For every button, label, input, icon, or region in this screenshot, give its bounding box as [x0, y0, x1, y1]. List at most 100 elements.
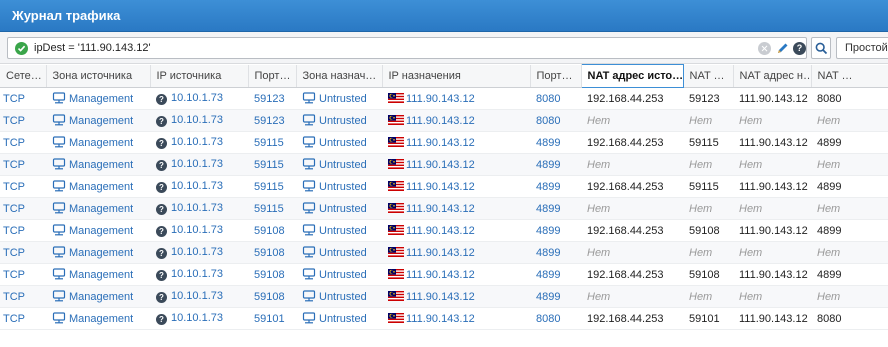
cell-dest-port[interactable]: 4899 [530, 241, 581, 264]
column-header-5[interactable]: IP назначения [382, 64, 531, 88]
cell-dest-zone[interactable]: Untrusted [296, 87, 382, 110]
cell-dest-ip[interactable]: 111.90.143.12 [382, 131, 530, 154]
table-row[interactable]: TCP Management? 10.10.1.73 59101 Untrusted 11… [0, 307, 888, 330]
column-header-3[interactable]: Порт… [248, 64, 297, 88]
column-header-0[interactable]: Сете… [0, 64, 47, 88]
cell-source-ip[interactable]: ? 10.10.1.73 [150, 153, 248, 176]
cell-dest-zone[interactable]: Untrusted [296, 153, 382, 176]
column-header-6[interactable]: Порт… [530, 64, 582, 88]
cell-source-ip[interactable]: ? 10.10.1.73 [150, 285, 248, 308]
cell-dest-zone[interactable]: Untrusted [296, 109, 382, 132]
table-row[interactable]: TCP Management? 10.10.1.73 59115 Untrusted 11… [0, 131, 888, 154]
cell-dest-port[interactable]: 4899 [530, 153, 581, 176]
cell-dest-port[interactable]: 8080 [530, 109, 581, 132]
cell-dest-ip[interactable]: 111.90.143.12 [382, 87, 530, 110]
cell-source-zone[interactable]: Management [46, 109, 150, 132]
cell-dest-zone[interactable]: Untrusted [296, 241, 382, 264]
cell-source-port[interactable]: 59108 [248, 285, 296, 308]
cell-dest-zone[interactable]: Untrusted [296, 219, 382, 242]
column-header-7[interactable]: NAT адрес исто… [580, 64, 684, 88]
column-header-1[interactable]: Зона источника [46, 64, 151, 88]
cell-dest-zone[interactable]: Untrusted [296, 263, 382, 286]
table-row[interactable]: TCP Management? 10.10.1.73 59115 Untrusted 11… [0, 197, 888, 220]
cell-source-zone[interactable]: Management [46, 197, 150, 220]
cell-source-zone[interactable]: Management [46, 241, 150, 264]
cell-source-ip[interactable]: ? 10.10.1.73 [150, 131, 248, 154]
table-row[interactable]: TCP Management? 10.10.1.73 59108 Untrusted 11… [0, 285, 888, 308]
cell-protocol[interactable]: TCP [0, 87, 46, 110]
cell-source-port[interactable]: 59123 [248, 87, 296, 110]
cell-source-zone[interactable]: Management [46, 307, 150, 330]
cell-dest-ip[interactable]: 111.90.143.12 [382, 109, 530, 132]
cell-protocol[interactable]: TCP [0, 241, 46, 264]
cell-source-port[interactable]: 59115 [248, 175, 296, 198]
table-row[interactable]: TCP Management? 10.10.1.73 59108 Untrusted 11… [0, 263, 888, 286]
cell-dest-zone[interactable]: Untrusted [296, 307, 382, 330]
cell-dest-ip[interactable]: 111.90.143.12 [382, 175, 530, 198]
cell-source-port[interactable]: 59108 [248, 263, 296, 286]
cell-source-ip[interactable]: ? 10.10.1.73 [150, 175, 248, 198]
cell-source-ip[interactable]: ? 10.10.1.73 [150, 307, 248, 330]
cell-source-zone[interactable]: Management [46, 153, 150, 176]
help-icon[interactable]: ? [793, 42, 806, 55]
cell-source-ip[interactable]: ? 10.10.1.73 [150, 109, 248, 132]
column-header-10[interactable]: NAT … [811, 64, 888, 88]
cell-protocol[interactable]: TCP [0, 197, 46, 220]
cell-source-port[interactable]: 59123 [248, 109, 296, 132]
edit-icon[interactable] [776, 41, 790, 55]
cell-protocol[interactable]: TCP [0, 219, 46, 242]
cell-source-port[interactable]: 59115 [248, 153, 296, 176]
cell-dest-zone[interactable]: Untrusted [296, 131, 382, 154]
cell-source-zone[interactable]: Management [46, 131, 150, 154]
cell-source-zone[interactable]: Management [46, 263, 150, 286]
column-header-8[interactable]: NAT … [683, 64, 734, 88]
table-row[interactable]: TCP Management? 10.10.1.73 59115 Untrusted 11… [0, 175, 888, 198]
cell-source-zone[interactable]: Management [46, 175, 150, 198]
simple-mode-button[interactable]: Простой [836, 37, 888, 59]
cell-source-zone[interactable]: Management [46, 285, 150, 308]
filter-input[interactable]: ipDest = '111.90.143.12' ? [7, 37, 807, 59]
cell-source-port[interactable]: 59115 [248, 197, 296, 220]
cell-protocol[interactable]: TCP [0, 307, 46, 330]
cell-dest-ip[interactable]: 111.90.143.12 [382, 241, 530, 264]
cell-dest-port[interactable]: 4899 [530, 131, 581, 154]
cell-source-ip[interactable]: ? 10.10.1.73 [150, 87, 248, 110]
cell-dest-zone[interactable]: Untrusted [296, 285, 382, 308]
cell-source-ip[interactable]: ? 10.10.1.73 [150, 219, 248, 242]
table-row[interactable]: TCP Management? 10.10.1.73 59115 Untrusted 11… [0, 153, 888, 176]
cell-dest-port[interactable]: 4899 [530, 175, 581, 198]
cell-dest-port[interactable]: 4899 [530, 197, 581, 220]
cell-source-zone[interactable]: Management [46, 219, 150, 242]
cell-dest-ip[interactable]: 111.90.143.12 [382, 285, 530, 308]
cell-dest-ip[interactable]: 111.90.143.12 [382, 219, 530, 242]
cell-dest-port[interactable]: 4899 [530, 263, 581, 286]
cell-protocol[interactable]: TCP [0, 285, 46, 308]
cell-source-port[interactable]: 59101 [248, 307, 296, 330]
cell-dest-ip[interactable]: 111.90.143.12 [382, 153, 530, 176]
cell-dest-port[interactable]: 4899 [530, 219, 581, 242]
column-header-2[interactable]: IP источника [150, 64, 249, 88]
cell-source-port[interactable]: 59108 [248, 241, 296, 264]
cell-source-ip[interactable]: ? 10.10.1.73 [150, 241, 248, 264]
cell-protocol[interactable]: TCP [0, 109, 46, 132]
table-row[interactable]: TCP Management? 10.10.1.73 59108 Untrusted 11… [0, 219, 888, 242]
column-header-4[interactable]: Зона назнач… [296, 64, 383, 88]
cell-source-port[interactable]: 59115 [248, 131, 296, 154]
cell-dest-zone[interactable]: Untrusted [296, 197, 382, 220]
cell-source-ip[interactable]: ? 10.10.1.73 [150, 197, 248, 220]
cell-source-zone[interactable]: Management [46, 87, 150, 110]
cell-protocol[interactable]: TCP [0, 153, 46, 176]
cell-source-port[interactable]: 59108 [248, 219, 296, 242]
cell-protocol[interactable]: TCP [0, 175, 46, 198]
cell-source-ip[interactable]: ? 10.10.1.73 [150, 263, 248, 286]
cell-dest-port[interactable]: 8080 [530, 307, 581, 330]
cell-dest-zone[interactable]: Untrusted [296, 175, 382, 198]
cell-dest-ip[interactable]: 111.90.143.12 [382, 263, 530, 286]
cell-dest-port[interactable]: 4899 [530, 285, 581, 308]
cell-dest-port[interactable]: 8080 [530, 87, 581, 110]
table-row[interactable]: TCP Management? 10.10.1.73 59123 Untrusted 11… [0, 109, 888, 132]
search-button[interactable] [811, 37, 831, 59]
cell-protocol[interactable]: TCP [0, 131, 46, 154]
column-header-9[interactable]: NAT адрес н… [733, 64, 812, 88]
table-row[interactable]: TCP Management? 10.10.1.73 59123 Untrusted 11… [0, 87, 888, 110]
